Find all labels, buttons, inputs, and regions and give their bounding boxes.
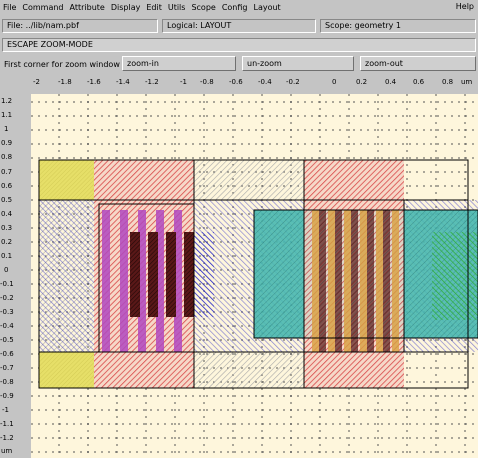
y-tick: 0.1 [1,252,13,260]
logical-status: Logical: LAYOUT [162,19,316,33]
file-status: File: ../lib/nam.pbf [2,19,158,33]
dark-stripe [383,210,390,352]
menu-config[interactable]: Config [219,3,251,12]
y-tick: -1 [2,406,9,414]
zoom-in-button[interactable]: zoom-in [122,56,236,71]
x-tick: -0.8 [200,78,214,86]
x-tick: 0.2 [356,78,368,86]
y-tick: 0.2 [1,238,13,246]
layout-canvas[interactable] [14,90,478,458]
yellow-region-top [39,160,94,200]
y-tick: -0.6 [0,350,14,358]
green-hatch-region [432,232,478,320]
orange-gate [344,210,351,352]
y-ruler: 1.2 1.1 1 0.9 0.8 0.7 0.6 0.5 0.4 0.3 0.… [0,90,14,458]
x-tick: -1.8 [58,78,72,86]
y-tick: 1 [4,125,9,133]
y-tick: 0 [4,266,9,274]
dark-stripe [367,210,374,352]
x-tick: -0.2 [286,78,300,86]
x-tick: -1 [180,78,187,86]
yellow-region-bottom [39,352,94,388]
menu-attribute[interactable]: Attribute [67,3,108,12]
blue-contact-block [194,232,214,317]
y-tick: 1.1 [1,111,13,119]
y-tick-unit: um [1,447,13,455]
orange-gate [328,210,335,352]
y-tick: 0.8 [1,153,13,161]
y-tick: -0.4 [0,322,14,330]
x-ruler: -2 -1.8 -1.6 -1.4 -1.2 -1 -0.8 -0.6 -0.4… [14,78,478,90]
x-tick: -1.4 [116,78,130,86]
x-tick: -0.6 [229,78,243,86]
y-tick: -1.1 [0,420,14,428]
dark-stripe [319,210,326,352]
menu-command[interactable]: Command [19,3,66,12]
prompt-text: First corner for zoom window [4,60,120,69]
magenta-gate [102,210,110,352]
y-tick: 0.6 [1,182,13,190]
x-tick: -0.4 [258,78,272,86]
y-tick: -0.8 [0,378,14,386]
dark-contact [184,232,194,317]
dark-contact [166,232,176,317]
y-tick: 0.5 [1,196,13,204]
dark-stripe [335,210,342,352]
menu-edit[interactable]: Edit [143,3,165,12]
menu-bar: File Command Attribute Display Edit Util… [0,0,478,14]
red-hatch-bottom-left [94,352,194,388]
orange-gate [312,210,319,352]
x-tick: -1.2 [145,78,159,86]
y-tick: -0.3 [0,308,14,316]
mode-line: ESCAPE ZOOM-MODE [2,38,476,52]
menu-layout[interactable]: Layout [251,3,284,12]
x-tick-unit: um [461,78,473,86]
y-tick: 0.9 [1,139,13,147]
y-tick: 0.4 [1,210,13,218]
x-tick: 0 [332,78,337,86]
menu-help[interactable]: Help [456,2,474,11]
orange-gate [360,210,367,352]
y-tick: -0.1 [0,280,14,288]
y-tick: 1.2 [1,97,13,105]
y-tick: -0.5 [0,336,14,344]
menu-file[interactable]: File [0,3,19,12]
menu-utils[interactable]: Utils [165,3,189,12]
x-tick: 0.6 [413,78,425,86]
x-tick: 0.4 [385,78,397,86]
x-tick: -1.6 [87,78,101,86]
un-zoom-button[interactable]: un-zoom [242,56,354,71]
y-tick: -0.2 [0,294,14,302]
gray-hatch-top [194,160,304,200]
orange-gate [392,210,399,352]
orange-gate [376,210,383,352]
scope-status: Scope: geometry 1 [320,19,476,33]
y-tick: 0.3 [1,224,13,232]
y-tick: -0.7 [0,364,14,372]
y-tick: 0.7 [1,168,13,176]
red-hatch-top-left [94,160,194,200]
y-tick: -0.9 [0,392,14,400]
gray-hatch-bottom [194,352,304,388]
red-hatch-bottom-right [304,352,404,388]
menu-display[interactable]: Display [108,3,144,12]
y-tick: -1.2 [0,434,14,442]
dark-stripe [351,210,358,352]
zoom-out-button[interactable]: zoom-out [360,56,476,71]
dark-contact [130,232,140,317]
magenta-gate [120,210,128,352]
x-tick: -2 [33,78,40,86]
red-hatch-top-right [304,160,404,200]
menu-scope[interactable]: Scope [188,3,218,12]
x-tick: 0.8 [442,78,454,86]
dark-contact [148,232,158,317]
